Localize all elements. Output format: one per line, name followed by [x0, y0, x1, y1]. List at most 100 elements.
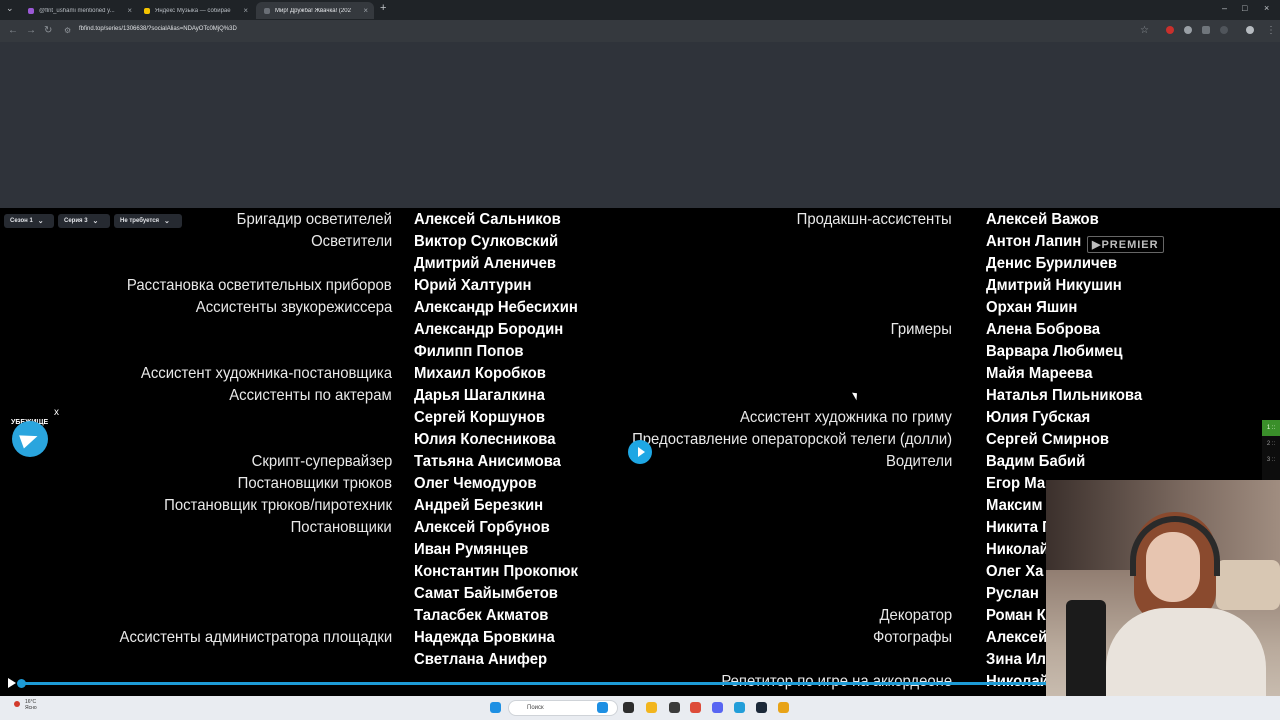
menu-kebab-icon[interactable]: ⋮ [1266, 25, 1276, 36]
credit-name: Наталья Пильникова [986, 387, 1143, 404]
progress-bar[interactable] [22, 682, 1046, 685]
taskbar-app-icon[interactable] [756, 702, 767, 713]
sidepanel-icon[interactable] [1220, 26, 1228, 34]
credit-role: Декоратор [879, 607, 952, 624]
progress-knob[interactable] [17, 679, 26, 688]
forward-icon[interactable]: → [26, 25, 36, 36]
credit-role: Постановщики трюков [237, 475, 392, 492]
credit-role: Расстановка осветительных приборов [127, 277, 392, 294]
credit-name: Юрий Халтурин [414, 277, 532, 294]
credit-name: Денис Буриличев [986, 255, 1118, 272]
credit-name: Сергей Коршунов [414, 409, 546, 426]
credit-name: Михаил Коробков [414, 365, 546, 382]
credit-name: Дмитрий Никушин [986, 277, 1122, 294]
taskbar-app-icon[interactable] [712, 702, 723, 713]
tab-close-icon[interactable]: × [363, 6, 368, 15]
credit-role: Ассистент художника-постановщика [140, 365, 392, 382]
extension-icon[interactable] [1184, 26, 1192, 34]
credit-role: Предоставление операторской телеги (долл… [631, 431, 952, 448]
chevron-down-icon: ⌄ [164, 218, 170, 225]
browser-tab-bar: ⌄ @flnt_ushami mentioned y... × Яндекс Муз… [0, 0, 1280, 20]
credit-role: Осветители [310, 233, 392, 250]
browser-tab[interactable]: @flnt_ushami mentioned y... × [20, 2, 138, 19]
weather-icon[interactable] [14, 701, 20, 707]
credit-name: Алексей Важов [986, 211, 1099, 228]
maximize-button[interactable]: □ [1242, 3, 1247, 13]
credit-name: Юлия Губская [986, 409, 1091, 426]
credit-role: Ассистент художника по гриму [740, 409, 952, 426]
close-window-button[interactable]: × [1264, 3, 1269, 13]
tab-favicon-icon [144, 7, 150, 14]
bookmark-star-icon[interactable]: ☆ [1140, 25, 1149, 36]
side-widget[interactable]: 1 :: 2 :: 3 :: [1262, 420, 1280, 480]
credit-role: Бригадир осветителей [236, 211, 392, 228]
play-button-overlay[interactable] [628, 440, 652, 464]
credit-name: Зина Ил [986, 651, 1047, 668]
credit-name: Сергей Смирнов [986, 431, 1110, 448]
telegram-close-button[interactable]: x [54, 407, 59, 418]
credit-name: Татьяна Анисимова [414, 453, 561, 470]
site-info-icon[interactable]: ⚙ [64, 26, 71, 35]
credit-role: Постановщики [290, 519, 392, 536]
taskbar-app-icon[interactable] [734, 702, 745, 713]
credit-name: Дмитрий Аленичев [414, 255, 557, 272]
credit-role: Гримеры [890, 321, 952, 338]
episode-select[interactable]: Серия 3 ⌄ [58, 214, 110, 228]
windows-start-icon[interactable] [490, 702, 501, 713]
mouse-cursor-icon [852, 390, 860, 401]
new-tab-button[interactable]: + [380, 2, 386, 14]
url-field[interactable]: fbfind.top/series/1306638/?socialAlias=N… [79, 26, 237, 32]
side-widget-item[interactable]: 2 :: [1262, 436, 1280, 452]
reload-icon[interactable]: ↻ [44, 25, 52, 36]
tab-label: Мир! Дружба! Жвачка! (2020) [275, 7, 351, 14]
credit-name: Алексей Сальников [414, 211, 561, 228]
translation-select[interactable]: Не требуется ⌄ [114, 214, 182, 228]
taskbar-app-icon[interactable] [690, 702, 701, 713]
taskbar-app-icon[interactable] [597, 702, 608, 713]
back-icon[interactable]: ← [8, 25, 18, 36]
credit-role: Ассистенты администратора площадки [119, 629, 392, 646]
credit-name: Роман К [986, 607, 1046, 624]
tab-close-icon[interactable]: × [127, 6, 132, 15]
credit-name: Самат Байымбетов [414, 585, 558, 602]
taskbar-app-icon[interactable] [623, 702, 634, 713]
credit-role: Постановщик трюков/пиротехник [164, 497, 392, 514]
taskbar-app-icon[interactable] [669, 702, 680, 713]
tab-menu-icon[interactable]: ⌄ [6, 3, 14, 14]
tab-favicon-icon [28, 7, 34, 14]
credit-name: Филипп Попов [414, 343, 524, 360]
credit-name: Алексей Горбунов [414, 519, 550, 536]
browser-tab[interactable]: Яндекс Музыка — собираем... × [136, 2, 254, 19]
play-icon[interactable] [8, 678, 16, 688]
credit-role: Водители [885, 453, 952, 470]
telegram-icon[interactable] [12, 421, 48, 457]
profile-avatar[interactable] [1246, 26, 1254, 34]
credit-name: Дарья Шагалкина [414, 387, 545, 404]
credit-role: Фотографы [872, 629, 952, 646]
weather-widget[interactable]: 16°C Ясно [25, 699, 37, 711]
season-select[interactable]: Сезон 1 ⌄ [4, 214, 54, 228]
taskbar-app-icon[interactable] [646, 702, 657, 713]
tab-label: @flnt_ushami mentioned y... [39, 7, 115, 14]
credit-name: Юлия Колесникова [414, 431, 556, 448]
credit-name: Орхан Яшин [986, 299, 1078, 316]
minimize-button[interactable]: – [1222, 3, 1227, 13]
chevron-down-icon: ⌄ [92, 218, 99, 225]
webcam-overlay [1046, 480, 1280, 720]
extensions-puzzle-icon[interactable] [1202, 26, 1210, 34]
credit-role: Скрипт-супервайзер [251, 453, 392, 470]
side-widget-item[interactable]: 3 :: [1262, 452, 1280, 468]
credit-name: Константин Прокопюк [414, 563, 578, 580]
taskbar-app-icon[interactable] [778, 702, 789, 713]
extension-icon[interactable] [1166, 26, 1174, 34]
credit-role: Ассистенты по актерам [229, 387, 392, 404]
browser-tab[interactable]: Мир! Дружба! Жвачка! (2020) × [256, 2, 374, 19]
side-widget-item[interactable]: 1 :: [1262, 420, 1280, 436]
premier-watermark: ▶PREMIER [1087, 236, 1164, 253]
credit-role: Продакшн-ассистенты [796, 211, 952, 228]
credit-name: Александр Бородин [414, 321, 564, 338]
credit-name: Надежда Бровкина [414, 629, 555, 646]
tab-close-icon[interactable]: × [243, 6, 248, 15]
tab-label: Яндекс Музыка — собираем... [155, 7, 231, 14]
credit-name: Никита Г [986, 519, 1051, 536]
